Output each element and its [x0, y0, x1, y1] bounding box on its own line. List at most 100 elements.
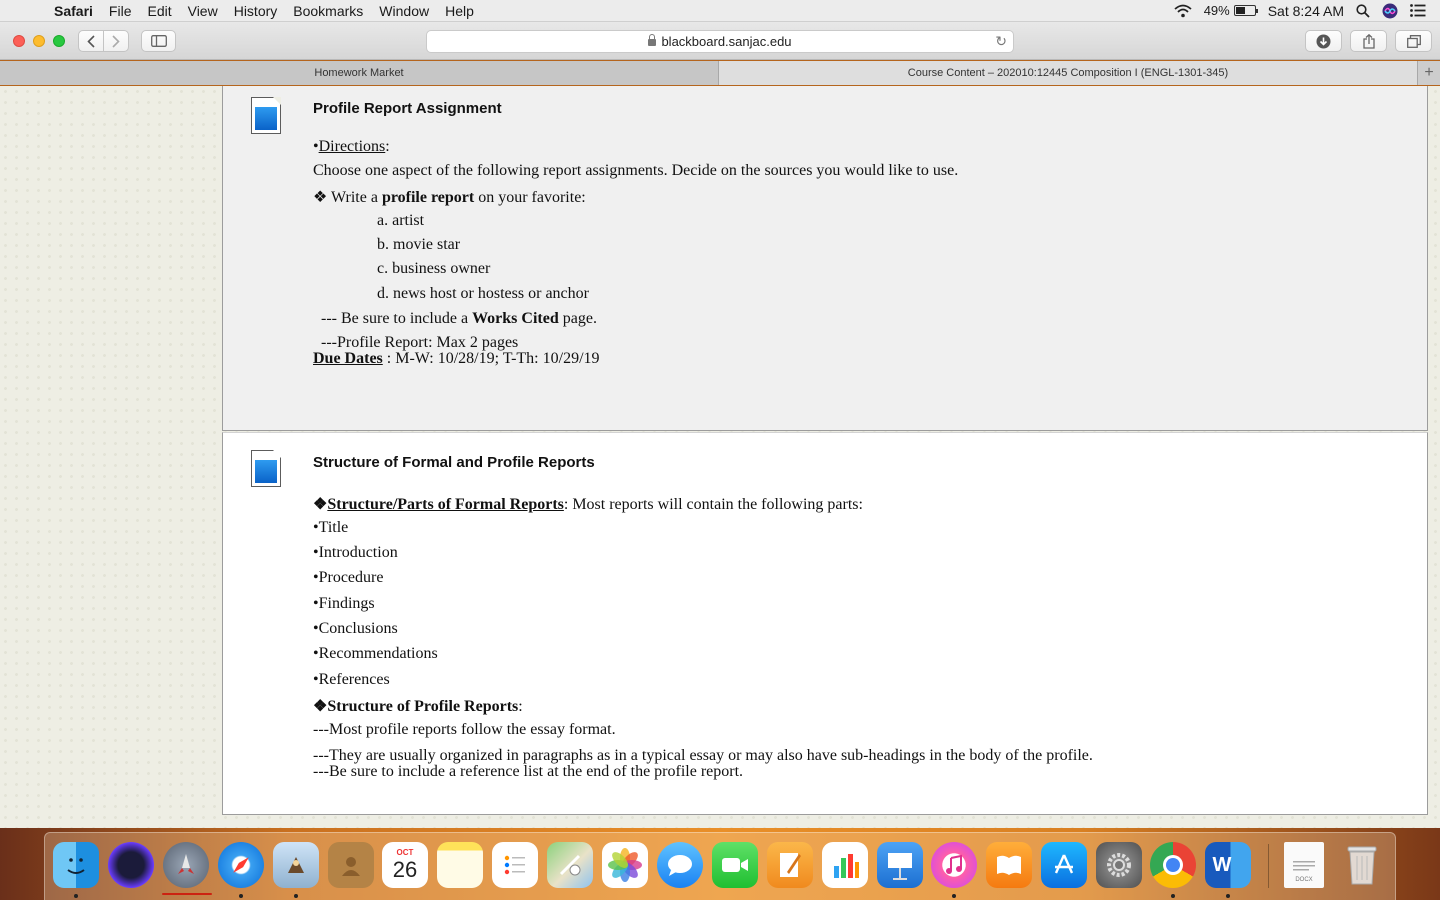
profile-label: Structure of Profile Reports [327, 698, 519, 715]
due-dates-line: Due Dates : M-W: 10/28/19; T-Th: 10/29/1… [313, 350, 600, 368]
forward-button[interactable] [103, 30, 129, 52]
docx-file-icon[interactable]: DOCX [1284, 842, 1324, 888]
directions-line: •Directions: [313, 138, 390, 155]
download-icon [1316, 34, 1331, 48]
sidebar-icon [150, 35, 167, 47]
reminders-app-icon[interactable] [492, 842, 538, 888]
trash-icon[interactable] [1339, 842, 1385, 888]
works-cited-line: --- Be sure to include a Works Cited pag… [321, 310, 597, 328]
menu-bar: Safari File Edit View History Bookmarks … [0, 0, 1440, 22]
launchpad-icon[interactable] [163, 842, 209, 888]
intro-text: Choose one aspect of the following repor… [313, 162, 959, 179]
dock-separator [1268, 844, 1269, 888]
tab-label: Homework Market [314, 67, 404, 79]
zoom-window-button[interactable] [53, 35, 65, 47]
tabs-overview-icon [1406, 34, 1421, 48]
numbers-app-icon[interactable] [822, 842, 868, 888]
preview-app-icon[interactable] [273, 842, 319, 888]
course-content-page: Profile Report Assignment •Directions: C… [0, 86, 1440, 828]
menu-clock[interactable]: Sat 8:24 AM [1268, 3, 1344, 19]
menu-bookmarks[interactable]: Bookmarks [285, 0, 371, 22]
battery-percent: 49% [1203, 3, 1230, 18]
downloads-button[interactable] [1305, 30, 1342, 52]
item-body: ❖Structure/Parts of Formal Reports: Most… [313, 433, 1413, 813]
docx-label: DOCX [1295, 877, 1313, 883]
photos-app-icon[interactable] [602, 842, 648, 888]
maps-app-icon[interactable] [547, 842, 593, 888]
report-part: •Procedure [313, 569, 384, 586]
report-part: •Recommendations [313, 645, 438, 662]
running-indicator [1171, 894, 1175, 898]
battery-status[interactable]: 49% [1203, 3, 1258, 18]
siri-icon[interactable] [1382, 3, 1398, 19]
menu-window[interactable]: Window [371, 0, 437, 22]
calendar-app-icon[interactable]: OCT 26 [382, 842, 428, 888]
back-button[interactable] [78, 30, 104, 52]
menu-view[interactable]: View [180, 0, 226, 22]
formal-structure-line: ❖Structure/Parts of Formal Reports: Most… [313, 496, 863, 513]
document-icon [251, 97, 281, 134]
chrome-app-icon[interactable] [1150, 842, 1196, 888]
option-item: d. news host or hostess or anchor [377, 285, 589, 302]
running-indicator [952, 894, 956, 898]
profile-structure-line: ❖Structure of Profile Reports: [313, 698, 523, 715]
keynote-app-icon[interactable] [877, 842, 923, 888]
new-tab-button[interactable]: + [1417, 61, 1440, 85]
works-suffix: page. [558, 310, 597, 327]
tab-label: Course Content – 202010:12445 Compositio… [907, 67, 1229, 79]
sidebar-toggle-button[interactable] [141, 30, 176, 52]
profile-note: ---Be sure to include a reference list a… [313, 763, 744, 780]
report-part: •Title [313, 519, 349, 536]
reload-icon[interactable]: ↻ [995, 33, 1007, 50]
works-prefix: --- Be sure to include a [321, 310, 473, 327]
books-app-icon[interactable] [986, 842, 1032, 888]
system-preferences-icon[interactable] [1096, 842, 1142, 888]
report-part: •Findings [313, 595, 375, 612]
write-prefix: ❖ Write a [313, 189, 382, 206]
spotlight-search-icon[interactable] [1356, 3, 1370, 18]
document-icon [251, 450, 281, 487]
report-part: •Introduction [313, 544, 398, 561]
tab-homework-market[interactable]: Homework Market [0, 61, 719, 85]
menu-app-name[interactable]: Safari [54, 0, 101, 22]
lock-icon [648, 34, 657, 46]
content-item-profile-report: Profile Report Assignment •Directions: C… [222, 86, 1428, 431]
menu-help[interactable]: Help [437, 0, 482, 22]
notification-center-icon[interactable] [1410, 4, 1426, 17]
write-suffix: on your favorite: [474, 189, 586, 206]
safari-app-icon[interactable] [218, 842, 264, 888]
itunes-app-icon[interactable] [931, 842, 977, 888]
chevron-left-icon [87, 34, 95, 48]
menu-edit[interactable]: Edit [139, 0, 179, 22]
finder-icon[interactable] [53, 842, 99, 888]
word-app-icon[interactable]: W [1205, 842, 1251, 888]
running-indicator [239, 894, 243, 898]
share-icon [1362, 33, 1375, 49]
address-bar[interactable]: blackboard.sanjac.edu ↻ [426, 30, 1014, 53]
notes-app-icon[interactable] [437, 842, 483, 888]
contacts-app-icon[interactable] [328, 842, 374, 888]
minimize-window-button[interactable] [33, 35, 45, 47]
pages-app-icon[interactable] [767, 842, 813, 888]
facetime-app-icon[interactable] [712, 842, 758, 888]
app-store-icon[interactable] [1041, 842, 1087, 888]
formal-label: Structure/Parts of Formal Reports [327, 496, 564, 513]
chevron-right-icon [112, 34, 120, 48]
option-item: b. movie star [377, 236, 461, 253]
tab-course-content[interactable]: Course Content – 202010:12445 Compositio… [719, 61, 1417, 85]
running-indicator [1226, 894, 1230, 898]
menu-file[interactable]: File [101, 0, 140, 22]
siri-app-icon[interactable] [108, 842, 154, 888]
wifi-icon[interactable] [1174, 4, 1192, 18]
show-all-tabs-button[interactable] [1395, 30, 1432, 52]
menu-history[interactable]: History [226, 0, 286, 22]
messages-app-icon[interactable] [657, 842, 703, 888]
close-window-button[interactable] [13, 35, 25, 47]
running-indicator [294, 894, 298, 898]
profile-suffix: : [518, 698, 523, 715]
safari-toolbar: blackboard.sanjac.edu ↻ [0, 22, 1440, 60]
report-part: •References [313, 671, 390, 688]
formal-suffix: : Most reports will contain the followin… [563, 496, 863, 513]
share-button[interactable] [1350, 30, 1387, 52]
tab-bar: Homework Market Course Content – 202010:… [0, 61, 1440, 85]
